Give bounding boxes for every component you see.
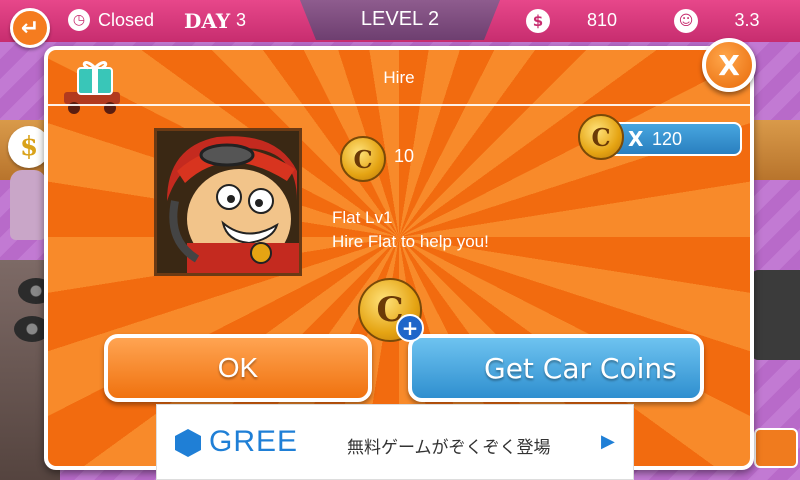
coin-balance: 120 [652,129,683,149]
day-label: DAY [184,9,231,33]
close-button[interactable]: X [702,38,756,92]
money-value: 810 [586,10,618,30]
day-number: 3 [236,10,247,30]
background-button [754,428,798,468]
balance-multiplier: X [628,127,644,151]
back-arrow-icon: ↵ [20,15,40,41]
background-customer [10,170,46,240]
plus-icon: + [396,314,424,342]
hire-cost: 10 [394,146,415,166]
clock-icon: ◷ [68,9,90,31]
play-arrow-icon: ▶ [601,431,615,452]
car-coin-icon: C [340,136,386,182]
ad-banner[interactable]: GREE 無料ゲームがぞくぞく登場 ▶ [156,404,634,480]
ok-button[interactable]: OK [104,334,372,402]
close-icon: X [718,48,740,82]
mechanic-character-icon [157,131,299,273]
hire-description: Hire Flat to help you! [332,232,489,251]
shop-status: Closed [98,10,155,30]
smiley-icon: ☺ [674,9,698,33]
dialog-title: Hire [383,68,415,87]
car-coin-icon: C [578,114,624,160]
rating-value: 3.3 [734,10,760,30]
employee-portrait [154,128,302,276]
get-car-coins-button[interactable]: Get Car Coins [408,334,704,402]
ad-logo-text: GREE [209,425,299,458]
title-divider [48,104,750,106]
level-label: LEVEL 2 [360,8,440,30]
top-hud: ◷ Closed DAY 3 LEVEL 2 $ 810 ☺ 3.3 [0,0,800,42]
dollar-coin-icon: $ [526,9,550,33]
gree-logo-icon [175,429,201,457]
get-car-coins-label: Get Car Coins [484,351,677,385]
background-machine [752,270,800,360]
back-button[interactable]: ↵ [10,8,50,48]
ad-text: 無料ゲームがぞくぞく登場 [347,438,551,458]
employee-name-level: Flat Lv1 [332,208,393,227]
